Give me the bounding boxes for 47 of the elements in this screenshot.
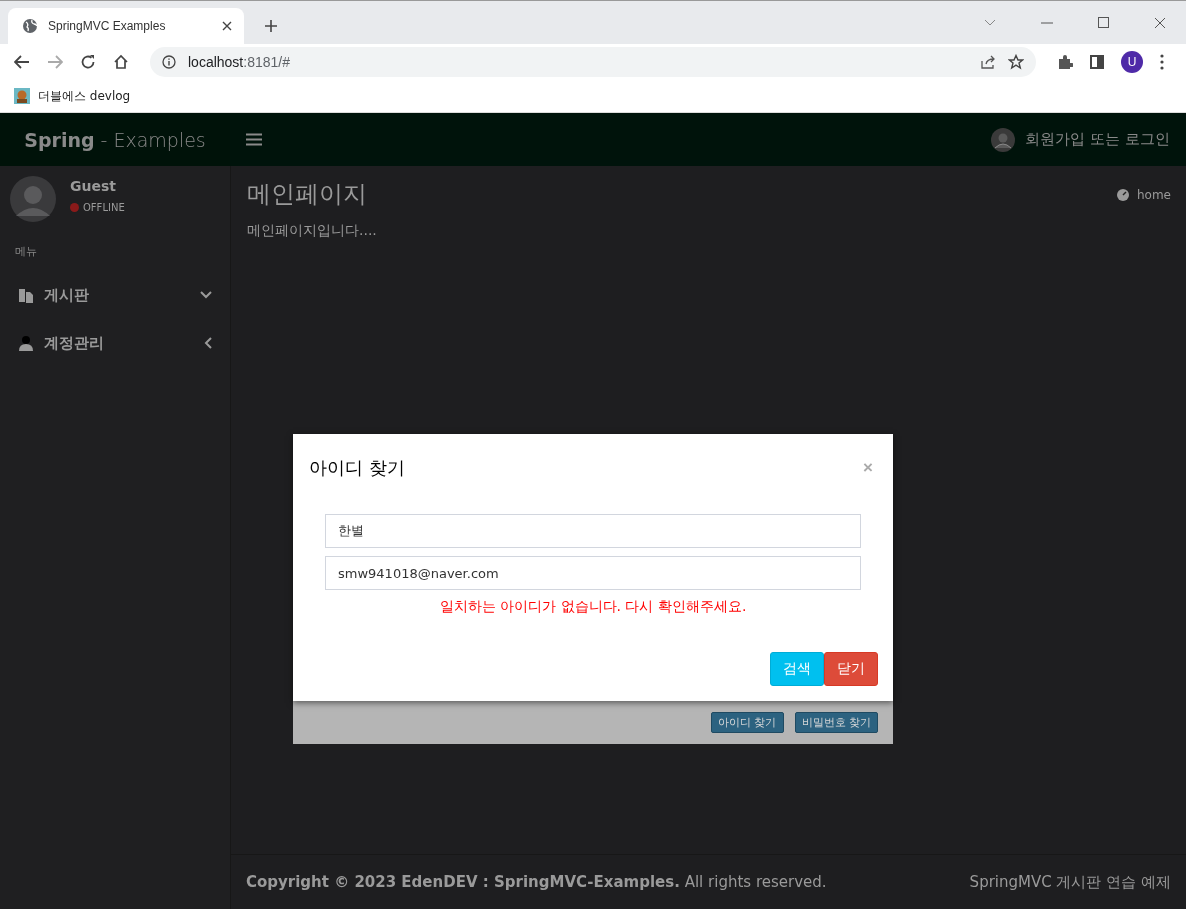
chevron-down-icon[interactable] (984, 18, 996, 27)
browser-tab[interactable]: SpringMVC Examples (8, 8, 244, 44)
sidebar-item[interactable]: 게시판 (0, 271, 230, 319)
more-icon[interactable] (1160, 54, 1164, 70)
share-icon[interactable] (980, 54, 996, 70)
sidebar-icon[interactable] (1090, 55, 1104, 69)
page-title: 메인페이지 (247, 179, 368, 210)
input-field[interactable]: smw941018@naver.com (325, 556, 861, 590)
menu-header: 메뉴 (14, 244, 38, 260)
user-name: Guest (70, 178, 117, 194)
menu-icon[interactable] (246, 133, 262, 146)
close-button[interactable]: 닫기 (824, 652, 878, 686)
dialog-title: 아이디 찾기 (309, 456, 406, 480)
user-avatar-icon (991, 127, 1016, 152)
bookmark-favicon-icon (14, 88, 30, 104)
plus-icon[interactable] (264, 19, 278, 33)
breadcrumb-link[interactable]: home (1136, 188, 1171, 202)
globe-icon (22, 18, 38, 34)
logo-subtitle[interactable]: - Examples (100, 128, 206, 151)
star-icon[interactable] (1008, 54, 1024, 70)
footer-text: SpringMVC 게시판 연습 예제 (969, 872, 1171, 892)
home-icon[interactable] (113, 54, 129, 70)
puzzle-icon[interactable] (1057, 54, 1073, 70)
files-icon (18, 287, 34, 303)
reload-icon[interactable] (80, 54, 96, 70)
link-button[interactable]: 비밀번호 찾기 (794, 712, 878, 733)
copyright-text: Copyright © 2023 EdenDEV : SpringMVC-Examples. All rights reserved. (246, 873, 827, 891)
close-icon[interactable] (1154, 16, 1166, 29)
link-button[interactable]: 아이디 찾기 (711, 712, 784, 733)
close-icon[interactable] (222, 21, 232, 31)
user-avatar-icon (10, 176, 56, 222)
user-icon (18, 335, 34, 351)
bookmark-link[interactable]: 더블에스 devlog (14, 87, 131, 105)
logo-text[interactable]: Spring (24, 128, 95, 151)
sidebar-item[interactable]: 계정관리 (0, 319, 230, 367)
input-field[interactable]: 한별 (325, 514, 861, 548)
url-text: localhost:8181/# (188, 54, 290, 70)
maximize-icon[interactable] (1098, 17, 1109, 28)
info-icon (162, 55, 176, 69)
page-text: 메인페이지입니다.... (247, 222, 378, 240)
dashboard-icon (1116, 189, 1129, 201)
address-bar[interactable]: localhost:8181/# (150, 47, 1036, 77)
back-icon[interactable] (14, 55, 30, 69)
profile-avatar[interactable]: U (1121, 51, 1143, 73)
error-message: 일치하는 아이디가 없습니다. 다시 확인해주세요. (438, 598, 748, 616)
signup-login-link[interactable]: 회원가입 또는 로그인 (1025, 130, 1170, 149)
status-text: OFFLINE (83, 202, 125, 213)
